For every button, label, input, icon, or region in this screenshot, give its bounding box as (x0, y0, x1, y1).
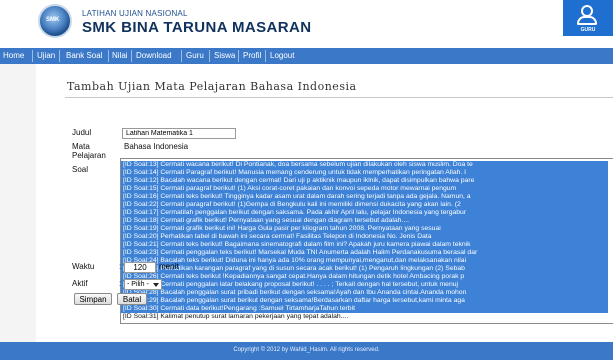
soal-option[interactable]: [ID Soal:13] Cermati wacana berikut! Di … (121, 161, 608, 169)
header: SMK LATIHAN UJIAN NASIONAL SMK BINA TARU… (0, 0, 613, 48)
nav-separator (209, 50, 210, 62)
soal-multiselect[interactable]: [ID Soal:13] Cermati wacana berikut! Di … (120, 158, 613, 324)
waktu-colon: : (119, 262, 122, 271)
aktif-select-value: - Pilih - (127, 281, 149, 288)
soal-option[interactable]: [ID Soal:17] Cermatilah penggalan beriku… (121, 209, 608, 217)
user-body-icon (577, 16, 597, 25)
mapel-label-line1: Mata (72, 142, 90, 151)
user-role-label: GURU (580, 27, 596, 33)
nav-ujian[interactable]: Ujian (37, 48, 55, 64)
soal-option[interactable]: [ID Soal:18] Cermati grafik berikut! Per… (121, 217, 608, 225)
aktif-colon: : (119, 279, 122, 288)
soal-option[interactable]: [ID Soal:29] Bacalah penggalan surat ber… (121, 297, 608, 305)
nav-separator (238, 50, 239, 62)
soal-option[interactable]: [ID Soal:12] Bacalah wacana berikut deng… (121, 177, 608, 185)
soal-option[interactable]: [ID Soal:24] Bacalah teks berikut! Didun… (121, 257, 608, 265)
school-name: SMK BINA TARUNA MASARAN (82, 19, 312, 36)
nav-separator (265, 50, 266, 62)
nav-bank-soal[interactable]: Bank Soal (66, 48, 102, 64)
main-nav: Home Ujian Bank Soal Nilai Download Guru… (0, 48, 613, 64)
nav-nilai[interactable]: Nilai (112, 48, 128, 64)
simpan-button[interactable]: Simpan (74, 293, 112, 305)
user-menu-button[interactable]: GURU (563, 0, 613, 36)
waktu-input[interactable]: 120 (124, 262, 156, 273)
nav-separator (108, 50, 109, 62)
soal-option[interactable]: [ID Soal:23] Cermati penggalan teks beri… (121, 249, 608, 257)
waktu-unit: menit (159, 262, 179, 271)
batal-button[interactable]: Batal (117, 293, 147, 305)
soal-option[interactable]: [ID Soal:31] Kalimat penutup surat lamar… (121, 313, 348, 321)
nav-guru[interactable]: Guru (186, 48, 204, 64)
nav-download[interactable]: Download (136, 48, 172, 64)
soal-option[interactable]: [ID Soal:15] Cermati paragraf berikut! (… (121, 185, 608, 193)
nav-home[interactable]: Home (3, 48, 24, 64)
copyright-text: Copyright © 2012 by Wahid_Hasim. All rig… (233, 347, 380, 353)
app-subtitle: LATIHAN UJIAN NASIONAL (82, 9, 188, 18)
nav-separator (131, 50, 132, 62)
soal-option[interactable]: [ID Soal:30] Cermati data berikut!Pengar… (121, 305, 608, 313)
soal-option[interactable]: [ID Soal:26] Cermati teks berikut !Kepad… (121, 273, 608, 281)
school-logo-icon: SMK (38, 4, 72, 38)
nav-profil[interactable]: Profil (243, 48, 261, 64)
nav-siswa[interactable]: Siswa (214, 48, 235, 64)
logo-text: SMK (46, 17, 60, 23)
judul-input[interactable] (122, 128, 236, 139)
footer: Copyright © 2012 by Wahid_Hasim. All rig… (0, 342, 613, 360)
mapel-value: Bahasa Indonesia (124, 142, 189, 151)
soal-option[interactable]: [ID Soal:16] Cermati teks berikut! Tingg… (121, 193, 608, 201)
page-title: Tambah Ujian Mata Pelajaran Bahasa Indon… (67, 80, 357, 93)
soal-option[interactable]: [ID Soal:20] Perhatikan tabel di bawah i… (121, 233, 608, 241)
soal-option[interactable]: [ID Soal:25] Perhatikan karangan paragra… (121, 265, 608, 273)
nav-separator (181, 50, 182, 62)
soal-option[interactable]: [ID Soal:21] Cermati teks berikut! Bagai… (121, 241, 608, 249)
aktif-select[interactable]: - Pilih - (124, 279, 162, 290)
soal-label: Soal (72, 165, 89, 174)
soal-option[interactable]: [ID Soal:14] Cermati Paragraf berikut! M… (121, 169, 608, 177)
waktu-label: Waktu (72, 262, 95, 271)
chevron-down-icon (153, 283, 159, 287)
nav-logout[interactable]: Logout (270, 48, 294, 64)
title-divider (65, 97, 613, 98)
soal-option[interactable]: [ID Soal:19] Cermati grafik berikut ini!… (121, 225, 608, 233)
soal-option[interactable]: [ID Soal:27] Cermati penggalan latar bel… (121, 281, 608, 289)
soal-option[interactable]: [ID Soal:28] Bacalah penggalan surat pri… (121, 289, 608, 297)
judul-label: Judul (72, 128, 92, 137)
aktif-label: Aktif (72, 279, 88, 288)
mapel-label-line2: Pelajaran (72, 151, 106, 160)
soal-option[interactable]: [ID Soal:22] Cermati paragraf berikut! (… (121, 201, 608, 209)
nav-separator (59, 50, 60, 62)
nav-separator (32, 50, 33, 62)
